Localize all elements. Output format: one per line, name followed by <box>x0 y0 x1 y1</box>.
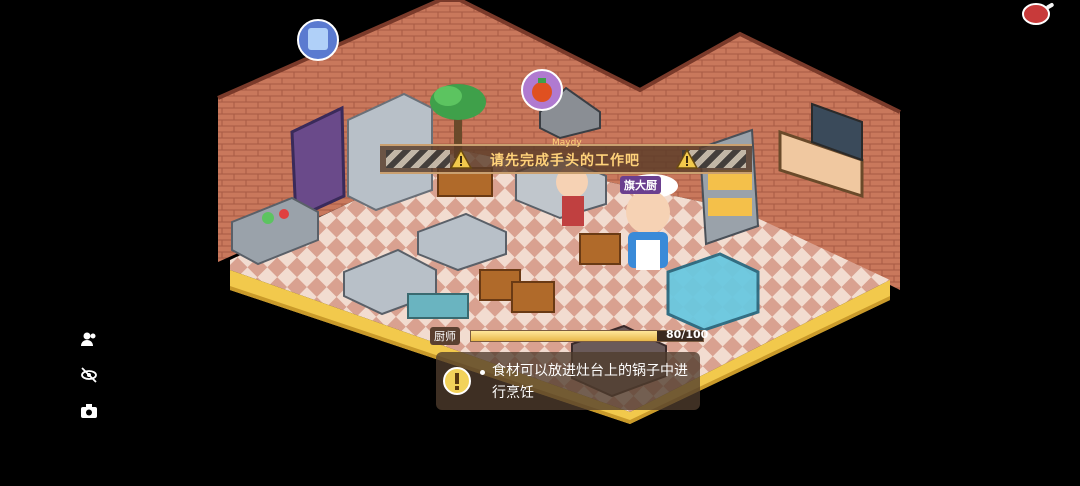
vegetable-crate <box>511 281 555 313</box>
banner-text: 请先完成手头的工作吧 <box>490 153 640 169</box>
character-name-label: Maydy <box>552 138 582 148</box>
friends-icon[interactable] <box>80 330 98 348</box>
progress-fill <box>471 331 657 341</box>
egg-crate <box>407 293 469 319</box>
warning-icon <box>450 148 472 169</box>
tip-text: 食材可以放进灶台上的锅子中进行烹饪 <box>492 363 688 401</box>
chef-progress-bar: 厨师 80/100 <box>430 324 714 346</box>
photo-icon[interactable] <box>80 402 98 420</box>
vegetable-crate <box>579 233 621 265</box>
progress-value: 80/100 <box>666 328 709 341</box>
progress-label: 厨师 <box>430 327 460 345</box>
chef-name-tag: 旗大厨 <box>620 176 661 194</box>
warning-banner: 请先完成手头的工作吧 <box>380 144 752 174</box>
kitchen-room-scene <box>217 0 901 424</box>
tip-box: 食材可以放进灶台上的锅子中进行烹饪 <box>436 352 700 410</box>
warning-icon <box>676 148 698 169</box>
uniform-marker-icon[interactable] <box>297 19 339 61</box>
hide-icon[interactable] <box>80 366 98 384</box>
exclamation-icon <box>443 367 471 395</box>
meat-icon[interactable] <box>1020 0 1056 26</box>
tomato-marker-icon[interactable] <box>521 69 563 111</box>
